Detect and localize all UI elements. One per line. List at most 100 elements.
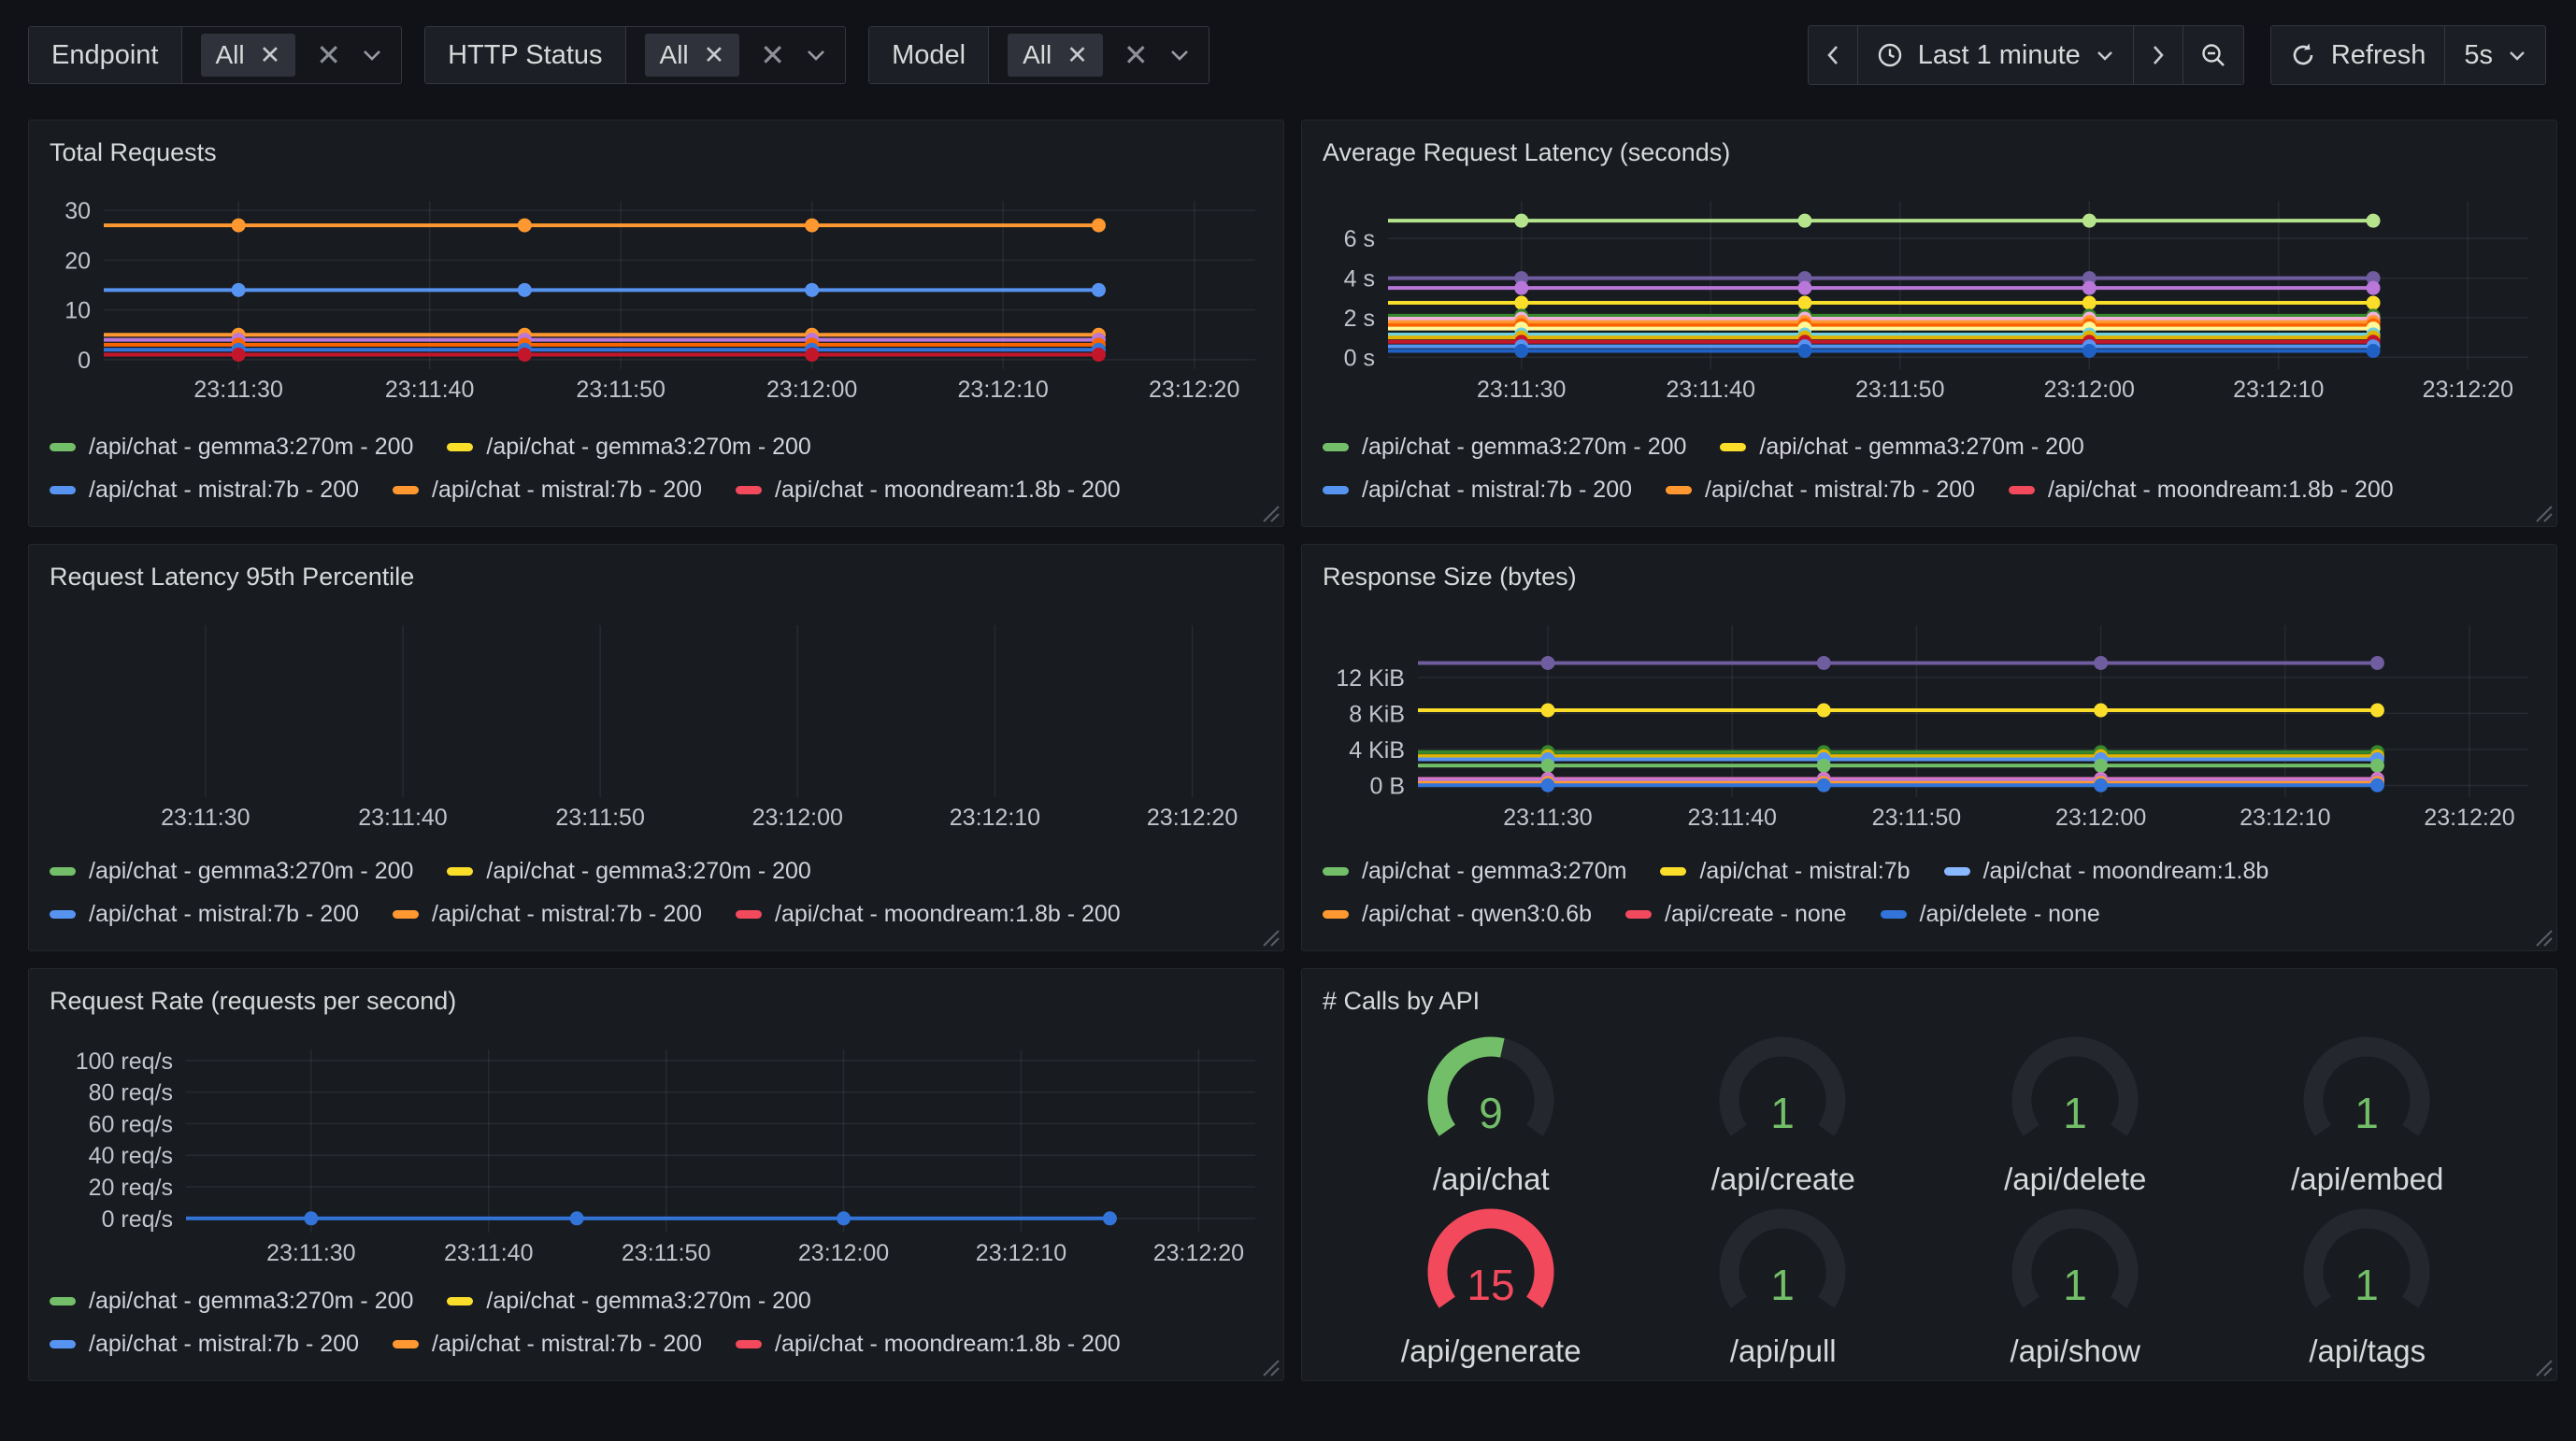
svg-text:20 req/s: 20 req/s xyxy=(89,1175,173,1201)
legend-item[interactable]: /api/chat - mistral:7b - 200 xyxy=(1323,477,1632,504)
refresh-interval-button[interactable]: 5s xyxy=(2444,26,2545,84)
legend-swatch-icon xyxy=(393,486,419,494)
time-range-picker-button[interactable]: Last 1 minute xyxy=(1857,26,2133,84)
panel-total-requests: Total Requests 23:11:3023:11:4023:11:502… xyxy=(28,120,1284,527)
svg-text:23:12:10: 23:12:10 xyxy=(2233,377,2324,401)
legend-item[interactable]: /api/chat - mistral:7b - 200 xyxy=(393,477,702,504)
filter-endpoint-input[interactable]: All ✕ ✕ xyxy=(182,27,402,83)
filter-model-label: Model xyxy=(869,27,989,83)
legend-item[interactable]: /api/chat - gemma3:270m - 200 xyxy=(50,434,413,461)
legend-item[interactable]: /api/chat - gemma3:270m - 200 xyxy=(1323,434,1686,461)
filter-clear-icon[interactable]: ✕ xyxy=(760,40,785,70)
svg-text:23:11:40: 23:11:40 xyxy=(1667,377,1755,401)
panel-resize-handle[interactable] xyxy=(2532,926,2553,947)
filter-model-chip-value: All xyxy=(1023,40,1052,70)
chip-remove-icon[interactable]: ✕ xyxy=(260,43,281,68)
panel-resize-handle[interactable] xyxy=(2532,502,2553,522)
legend-swatch-icon xyxy=(736,910,762,919)
time-shift-forward-button[interactable] xyxy=(2133,26,2182,84)
svg-text:23:11:30: 23:11:30 xyxy=(193,377,282,401)
timeseries-chart-total-requests[interactable]: 23:11:3023:11:4023:11:5023:12:0023:12:10… xyxy=(44,192,1268,401)
legend-item[interactable]: /api/chat - moondream:1.8b xyxy=(1944,858,2269,885)
legend-label: /api/chat - mistral:7b - 200 xyxy=(89,1331,359,1358)
legend-label: /api/chat - mistral:7b - 200 xyxy=(432,901,702,928)
panel-resize-handle[interactable] xyxy=(2532,1356,2553,1377)
legend-row: /api/chat - gemma3:270m - 200/api/chat -… xyxy=(50,1288,1263,1315)
legend-item[interactable]: /api/chat - gemma3:270m - 200 xyxy=(1720,434,2083,461)
refresh-label: Refresh xyxy=(2331,40,2426,71)
legend-item[interactable]: /api/chat - mistral:7b xyxy=(1660,858,1910,885)
panel-resize-handle[interactable] xyxy=(1259,926,1280,947)
zoom-out-button[interactable] xyxy=(2182,26,2243,84)
legend-item[interactable]: /api/chat - mistral:7b - 200 xyxy=(393,901,702,928)
timeseries-chart-response-size[interactable]: 23:11:3023:11:4023:11:5023:12:0023:12:10… xyxy=(1317,616,2541,829)
timeseries-chart-latency-p95[interactable]: 23:11:3023:11:4023:11:5023:12:0023:12:10… xyxy=(44,616,1268,829)
legend-swatch-icon xyxy=(1323,867,1349,876)
filter-endpoint-chip[interactable]: All ✕ xyxy=(201,34,296,77)
legend-item[interactable]: /api/chat - moondream:1.8b - 200 xyxy=(736,1331,1121,1358)
panel-title: Average Request Latency (seconds) xyxy=(1317,132,2541,167)
filter-clear-icon[interactable]: ✕ xyxy=(1123,40,1149,70)
legend-label: /api/delete - none xyxy=(1920,901,2100,928)
svg-text:2 s: 2 s xyxy=(1344,306,1375,332)
legend-item[interactable]: /api/chat - gemma3:270m - 200 xyxy=(447,1288,810,1315)
timeseries-chart-average-latency[interactable]: 23:11:3023:11:4023:11:5023:12:0023:12:10… xyxy=(1317,192,2541,401)
filter-http-status-input[interactable]: All ✕ ✕ xyxy=(626,27,846,83)
chevron-down-icon[interactable] xyxy=(1169,49,1190,62)
legend-item[interactable]: /api/chat - moondream:1.8b - 200 xyxy=(2009,477,2394,504)
svg-text:0 s: 0 s xyxy=(1344,346,1375,372)
legend-label: /api/chat - gemma3:270m - 200 xyxy=(486,1288,810,1315)
gauge-api-chat: 9/api/chat xyxy=(1410,1025,1573,1197)
time-shift-back-button[interactable] xyxy=(1809,26,1857,84)
chevron-down-icon[interactable] xyxy=(806,49,826,62)
filter-http-status-chip[interactable]: All ✕ xyxy=(645,34,740,77)
timeseries-chart-request-rate[interactable]: 23:11:3023:11:4023:11:5023:12:0023:12:10… xyxy=(44,1040,1268,1264)
svg-text:23:12:10: 23:12:10 xyxy=(958,377,1049,401)
legend-item[interactable]: /api/chat - moondream:1.8b - 200 xyxy=(736,901,1121,928)
legend-item[interactable]: /api/chat - mistral:7b - 200 xyxy=(50,901,359,928)
svg-text:23:12:20: 23:12:20 xyxy=(1147,805,1238,829)
gauge-grid: 9/api/chat1/api/create1/api/delete1/api/… xyxy=(1317,1016,2541,1384)
refresh-button[interactable]: Refresh xyxy=(2271,26,2445,84)
legend-row: /api/chat - mistral:7b - 200/api/chat - … xyxy=(50,1331,1263,1358)
legend-item[interactable]: /api/chat - qwen3:0.6b xyxy=(1323,901,1592,928)
refresh-icon xyxy=(2290,42,2316,68)
panel-resize-handle[interactable] xyxy=(1259,502,1280,522)
svg-text:30: 30 xyxy=(64,199,91,225)
legend-item[interactable]: /api/chat - gemma3:270m - 200 xyxy=(50,1288,413,1315)
filter-model-input[interactable]: All ✕ ✕ xyxy=(989,27,1209,83)
chip-remove-icon[interactable]: ✕ xyxy=(704,43,725,68)
legend-item[interactable]: /api/chat - mistral:7b - 200 xyxy=(393,1331,702,1358)
legend-item[interactable]: /api/create - none xyxy=(1625,901,1847,928)
svg-text:0 B: 0 B xyxy=(1369,774,1405,800)
svg-text:0: 0 xyxy=(78,348,91,374)
legend-item[interactable]: /api/chat - mistral:7b - 200 xyxy=(50,1331,359,1358)
svg-text:23:11:40: 23:11:40 xyxy=(1687,805,1776,829)
legend-row: /api/chat - mistral:7b - 200/api/chat - … xyxy=(50,901,1263,928)
chevron-down-icon[interactable] xyxy=(362,49,382,62)
legend-item[interactable]: /api/chat - mistral:7b - 200 xyxy=(50,477,359,504)
legend-swatch-icon xyxy=(1944,867,1970,876)
legend-item[interactable]: /api/chat - gemma3:270m - 200 xyxy=(447,858,810,885)
filter-clear-icon[interactable]: ✕ xyxy=(316,40,341,70)
chip-remove-icon[interactable]: ✕ xyxy=(1066,43,1088,68)
legend-label: /api/chat - mistral:7b xyxy=(1699,858,1910,885)
filter-model: Model All ✕ ✕ xyxy=(868,26,1209,84)
filter-model-chip[interactable]: All ✕ xyxy=(1008,34,1103,77)
gauge-arc: 1 xyxy=(1994,1197,2157,1337)
panel-resize-handle[interactable] xyxy=(1259,1356,1280,1377)
legend-item[interactable]: /api/chat - gemma3:270m - 200 xyxy=(447,434,810,461)
legend-item[interactable]: /api/chat - gemma3:270m - 200 xyxy=(50,858,413,885)
legend-swatch-icon xyxy=(1323,486,1349,494)
legend-swatch-icon xyxy=(393,1340,419,1348)
legend-item[interactable]: /api/delete - none xyxy=(1881,901,2100,928)
chart-legend: /api/chat - gemma3:270m - 200/api/chat -… xyxy=(44,1272,1268,1369)
legend-swatch-icon xyxy=(447,867,473,876)
legend-item[interactable]: /api/chat - gemma3:270m xyxy=(1323,858,1626,885)
svg-text:23:11:50: 23:11:50 xyxy=(576,377,665,401)
svg-text:10: 10 xyxy=(64,298,91,324)
legend-item[interactable]: /api/chat - mistral:7b - 200 xyxy=(1666,477,1975,504)
filter-endpoint-label: Endpoint xyxy=(29,27,182,83)
legend-item[interactable]: /api/chat - moondream:1.8b - 200 xyxy=(736,477,1121,504)
legend-swatch-icon xyxy=(50,910,76,919)
